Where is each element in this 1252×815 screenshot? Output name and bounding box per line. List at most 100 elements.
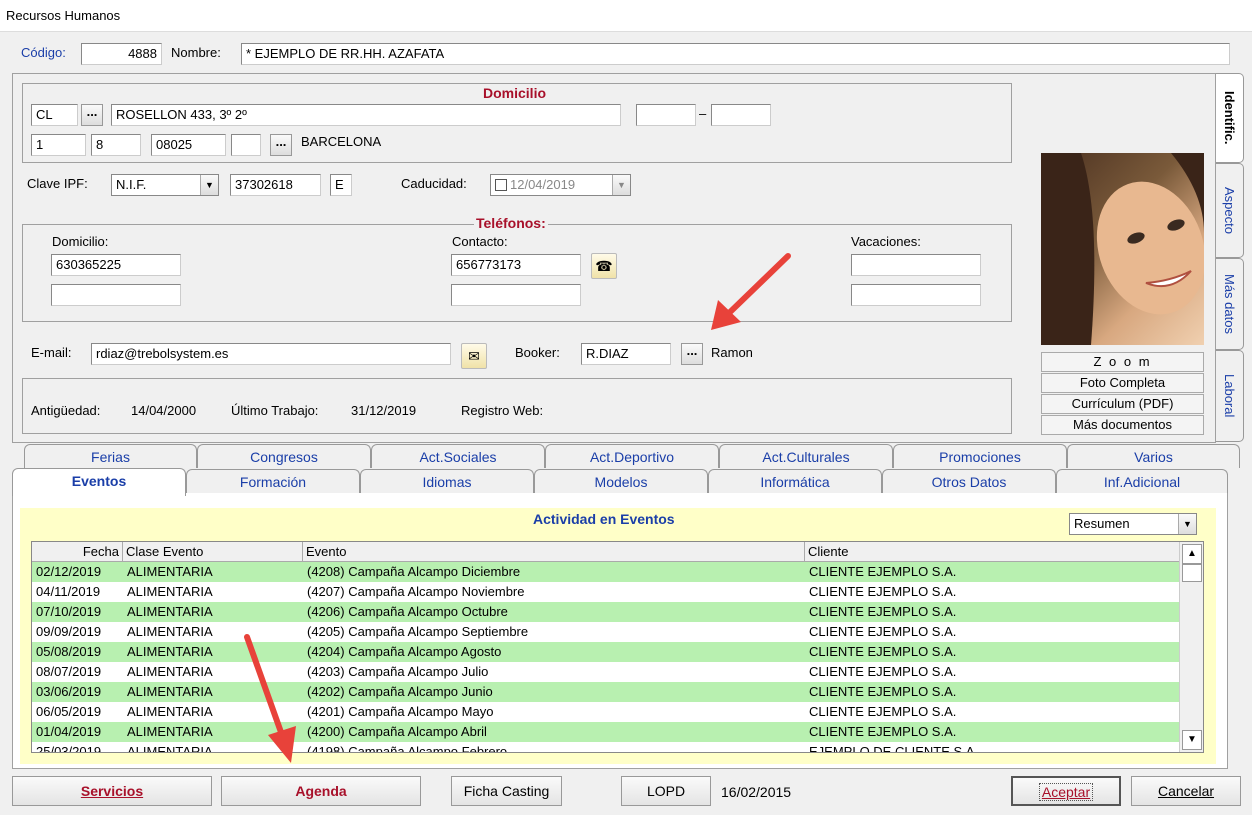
col-clase[interactable]: Clase Evento [123, 542, 303, 562]
side-tab-laboral[interactable]: Laboral [1216, 350, 1244, 442]
email-field[interactable]: rdiaz@trebolsystem.es [91, 343, 451, 365]
tel-contacto-field[interactable]: 656773173 [451, 254, 581, 276]
side-tab-mas-datos[interactable]: Más datos [1216, 258, 1244, 350]
tab-ferias[interactable]: Ferias [24, 444, 197, 468]
f2-field[interactable]: 8 [91, 134, 141, 156]
agenda-button[interactable]: Agenda [221, 776, 421, 806]
side-tab-identific[interactable]: Identific. [1216, 73, 1244, 163]
table-row[interactable]: 03/06/2019 ALIMENTARIA (4202) Campaña Alca… [32, 682, 1179, 702]
table-row[interactable]: 05/08/2019 ALIMENTARIA (4204) Campaña Alca… [32, 642, 1179, 662]
lopd-date: 16/02/2015 [721, 784, 792, 800]
antiguedad-label: Antigüedad: [31, 403, 101, 418]
tab-informatica[interactable]: Informática [708, 469, 882, 493]
col-fecha[interactable]: Fecha [32, 542, 123, 562]
curriculum-button[interactable]: Currículum (PDF) [1041, 394, 1204, 414]
agenda-label: Agenda [295, 783, 347, 799]
aceptar-button[interactable]: Aceptar [1011, 776, 1121, 806]
events-grid: Fecha Clase Evento Evento Cliente 02/12/… [31, 541, 1204, 753]
cell-clase: ALIMENTARIA [127, 604, 213, 619]
caducidad-value: 12/04/2019 [510, 177, 576, 192]
mail-icon[interactable]: ✉ [461, 343, 487, 369]
via-lookup-button[interactable]: ... [81, 104, 103, 126]
cell-cliente: CLIENTE EJEMPLO S.A. [809, 604, 957, 619]
codigo-field[interactable]: 4888 [81, 43, 162, 65]
registro-label: Registro Web: [461, 403, 544, 418]
caducidad-label: Caducidad: [401, 176, 467, 191]
cell-evento: (4198) Campaña Alcampo Febrero [307, 744, 508, 753]
ficha-casting-button[interactable]: Ficha Casting [451, 776, 562, 806]
tab-otros-datos[interactable]: Otros Datos [882, 469, 1056, 493]
scroll-down-icon[interactable]: ▼ [1182, 730, 1202, 750]
tel-domicilio2-field[interactable] [51, 284, 181, 306]
zoom-button[interactable]: Z o o m [1041, 352, 1204, 372]
tab-idiomas[interactable]: Idiomas [360, 469, 534, 493]
tel-vacaciones-field[interactable] [851, 254, 981, 276]
chevron-down-icon: ▼ [200, 175, 218, 195]
cell-fecha: 06/05/2019 [36, 704, 102, 719]
grid-scrollbar[interactable]: ▲ ▼ [1179, 542, 1203, 752]
foto-completa-button[interactable]: Foto Completa [1041, 373, 1204, 393]
tab-act-sociales[interactable]: Act.Sociales [371, 444, 545, 468]
cancelar-button[interactable]: Cancelar [1131, 776, 1241, 806]
events-view-select[interactable]: Resumen ▼ [1069, 513, 1197, 535]
city-lookup-button[interactable]: ... [270, 134, 292, 156]
ultimo-label: Último Trabajo: [231, 403, 319, 418]
tab-eventos[interactable]: Eventos [12, 468, 186, 496]
tab-inf-adicional[interactable]: Inf.Adicional [1056, 469, 1228, 493]
prov-field[interactable] [231, 134, 261, 156]
table-row[interactable]: 02/12/2019 ALIMENTARIA (4208) Campaña Alca… [32, 562, 1179, 582]
table-row[interactable]: 06/05/2019 ALIMENTARIA (4201) Campaña Alca… [32, 702, 1179, 722]
tab-modelos[interactable]: Modelos [534, 469, 708, 493]
tab-varios[interactable]: Varios [1067, 444, 1240, 468]
tab-congresos[interactable]: Congresos [197, 444, 371, 468]
doc-field[interactable]: 37302618 [230, 174, 321, 196]
tab-formacion[interactable]: Formación [186, 469, 360, 493]
tab-promociones[interactable]: Promociones [893, 444, 1067, 468]
booker-field[interactable]: R.DIAZ [581, 343, 671, 365]
cp-field[interactable]: 08025 [151, 134, 226, 156]
table-row[interactable]: 25/03/2019 ALIMENTARIA (4198) Campaña Alca… [32, 742, 1179, 753]
letra-field[interactable]: E [330, 174, 352, 196]
tel-domicilio-field[interactable]: 630365225 [51, 254, 181, 276]
servicios-button[interactable]: Servicios [12, 776, 212, 806]
f1-field[interactable]: 1 [31, 134, 86, 156]
nombre-field[interactable]: * EJEMPLO DE RR.HH. AZAFATA [241, 43, 1230, 65]
tel-contacto2-field[interactable] [451, 284, 581, 306]
mas-documentos-button[interactable]: Más documentos [1041, 415, 1204, 435]
table-row[interactable]: 09/09/2019 ALIMENTARIA (4205) Campaña Alca… [32, 622, 1179, 642]
scroll-up-icon[interactable]: ▲ [1182, 544, 1202, 564]
cell-clase: ALIMENTARIA [127, 644, 213, 659]
cell-cliente: CLIENTE EJEMPLO S.A. [809, 684, 957, 699]
tab-act-deportivo[interactable]: Act.Deportivo [545, 444, 719, 468]
calle-field[interactable]: ROSELLON 433, 3º 2º [111, 104, 621, 126]
scroll-thumb[interactable] [1182, 564, 1202, 582]
side-tab-laboral-label: Laboral [1222, 374, 1237, 418]
piso-field[interactable] [636, 104, 696, 126]
booker-lookup-button[interactable]: ... [681, 343, 703, 365]
lopd-button[interactable]: LOPD [621, 776, 711, 806]
via-field[interactable]: CL [31, 104, 78, 126]
caducidad-picker[interactable]: 12/04/2019 ▼ [490, 174, 631, 196]
cell-evento: (4203) Campaña Alcampo Julio [307, 664, 489, 679]
cell-cliente: CLIENTE EJEMPLO S.A. [809, 644, 957, 659]
table-row[interactable]: 01/04/2019 ALIMENTARIA (4200) Campaña Alca… [32, 722, 1179, 742]
phone-icon[interactable]: ☎ [591, 253, 617, 279]
table-row[interactable]: 04/11/2019 ALIMENTARIA (4207) Campaña Alca… [32, 582, 1179, 602]
table-row[interactable]: 08/07/2019 ALIMENTARIA (4203) Campaña Alca… [32, 662, 1179, 682]
window-title: Recursos Humanos [6, 8, 121, 23]
tel-domicilio-label: Domicilio: [52, 234, 109, 249]
portrait-image [1041, 153, 1204, 345]
cell-cliente: CLIENTE EJEMPLO S.A. [809, 564, 957, 579]
tel-vacaciones2-field[interactable] [851, 284, 981, 306]
tab-act-culturales[interactable]: Act.Culturales [719, 444, 893, 468]
side-tab-aspecto[interactable]: Aspecto [1216, 163, 1244, 258]
puerta-field[interactable] [711, 104, 771, 126]
caducidad-checkbox[interactable] [495, 179, 507, 191]
col-cliente[interactable]: Cliente [805, 542, 1179, 562]
col-evento[interactable]: Evento [303, 542, 805, 562]
tel-contacto-label: Contacto: [452, 234, 508, 249]
clave-select[interactable]: N.I.F. ▼ [111, 174, 219, 196]
table-row[interactable]: 07/10/2019 ALIMENTARIA (4206) Campaña Alca… [32, 602, 1179, 622]
codigo-label: Código: [21, 45, 66, 60]
cell-clase: ALIMENTARIA [127, 684, 213, 699]
